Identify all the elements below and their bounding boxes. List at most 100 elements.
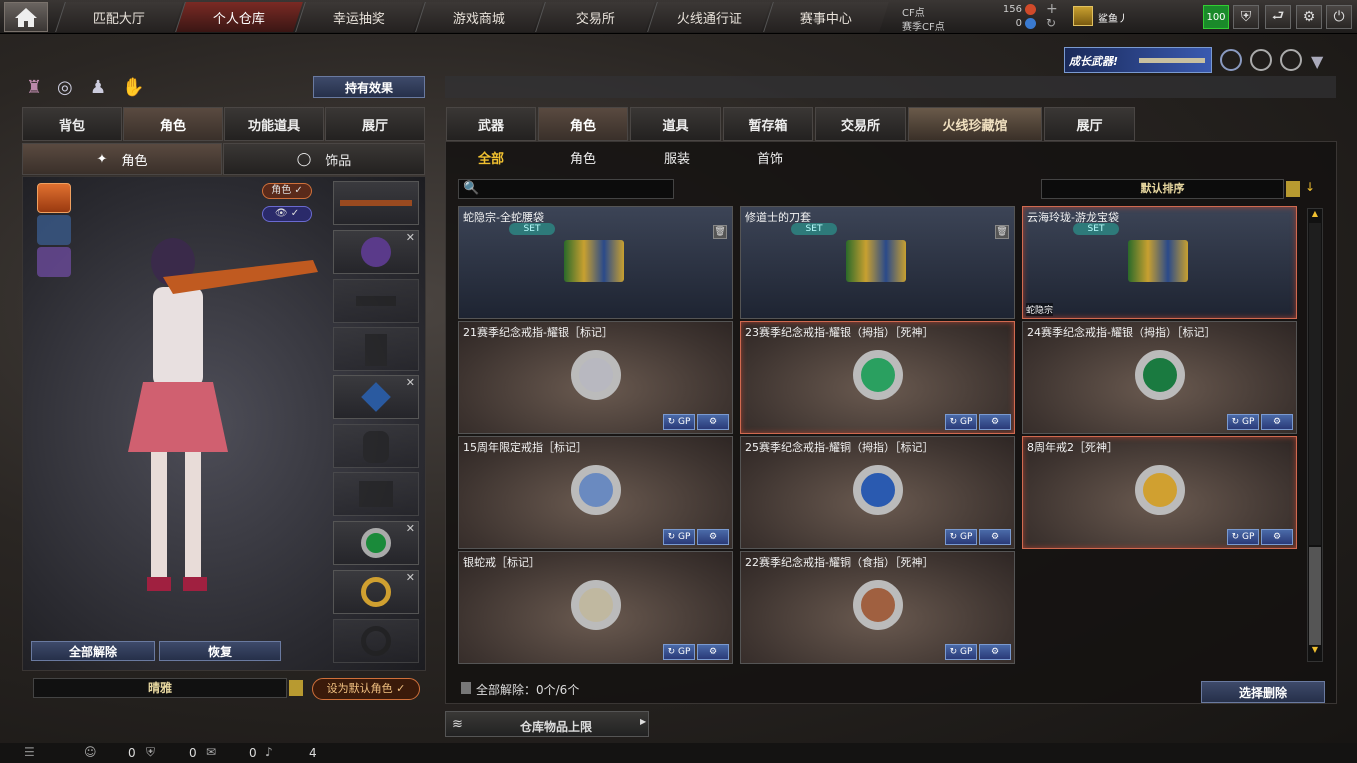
gear-icon[interactable]: ⚙	[1296, 5, 1322, 29]
subtab-roles[interactable]: 角色	[570, 148, 596, 167]
subtab-jewelry[interactable]: 首饰	[757, 148, 783, 167]
badge-icon-1[interactable]	[1220, 49, 1242, 71]
gp-refresh-button[interactable]: ↻ GP	[663, 414, 695, 430]
effects-button[interactable]: 持有效果	[313, 76, 425, 98]
add-icon[interactable]: +	[1046, 1, 1058, 17]
search-input[interactable]	[481, 181, 669, 197]
gp-refresh-button[interactable]: ↻ GP	[663, 529, 695, 545]
visibility-badge[interactable]: 👁 ✓	[262, 206, 312, 222]
unequip-all-button[interactable]: 全部解除	[31, 641, 155, 661]
slot-helmet[interactable]: ✕	[333, 230, 419, 274]
gp-refresh-button[interactable]: ↻ GP	[945, 414, 977, 430]
scroll-down-icon[interactable]: ▼	[1308, 645, 1322, 657]
wing-emblem-icon[interactable]	[37, 247, 71, 277]
slot-charm[interactable]: ✕	[333, 375, 419, 419]
right-tab-weapons[interactable]: 武器	[446, 107, 536, 141]
item-card[interactable]: 24赛季纪念戒指-耀银（拇指）［标记］ ↻ GP ⚙	[1022, 321, 1297, 434]
scroll-thumb[interactable]	[1309, 547, 1321, 645]
gp-refresh-button[interactable]: ↻ GP	[1227, 414, 1259, 430]
right-tab-collection[interactable]: 火线珍藏馆	[908, 107, 1042, 141]
subtab-all[interactable]: 全部	[478, 148, 504, 167]
slot-weapon[interactable]	[333, 181, 419, 225]
settings-button[interactable]: ⚙	[697, 414, 729, 430]
left-tab-character[interactable]: 角色	[123, 107, 223, 141]
right-tab-items[interactable]: 道具	[630, 107, 721, 141]
close-icon[interactable]: ✕	[406, 376, 415, 389]
right-tab-characters[interactable]: 角色	[538, 107, 628, 141]
right-tab-exchange[interactable]: 交易所	[815, 107, 906, 141]
set-default-role-button[interactable]: 设为默认角色 ✓	[312, 678, 420, 700]
item-card[interactable]: 8周年戒2［死神］ ↻ GP ⚙	[1022, 436, 1297, 549]
search-box[interactable]: 🔍	[458, 179, 674, 199]
settings-button[interactable]: ⚙	[979, 414, 1011, 430]
left-tab-functional[interactable]: 功能道具	[224, 107, 324, 141]
wave-emblem-icon[interactable]	[37, 215, 71, 245]
gp-refresh-button[interactable]: ↻ GP	[945, 644, 977, 660]
left-tab-bag[interactable]: 背包	[22, 107, 122, 141]
slot-ring-3[interactable]	[333, 619, 419, 663]
nav-tab-exchange[interactable]: 交易所	[535, 2, 655, 32]
fire-emblem-icon[interactable]	[37, 183, 71, 213]
close-icon[interactable]: ✕	[406, 522, 415, 535]
nav-tab-shop[interactable]: 游戏商城	[415, 2, 543, 32]
badge-icon-2[interactable]	[1250, 49, 1272, 71]
close-icon[interactable]: ✕	[406, 571, 415, 584]
close-icon[interactable]: ✕	[406, 231, 415, 244]
settings-button[interactable]: ⚙	[697, 644, 729, 660]
subtab-accessory[interactable]: ◯ 饰品	[223, 143, 425, 175]
character-icon[interactable]: ♟	[90, 77, 106, 98]
exit-room-icon[interactable]: ⮐	[1265, 5, 1291, 29]
settings-button[interactable]: ⚙	[979, 644, 1011, 660]
shield-status-icon[interactable]: ⛨	[146, 745, 155, 760]
slot-ring-2[interactable]: ✕	[333, 570, 419, 614]
settings-button[interactable]: ⚙	[1261, 414, 1293, 430]
slot-vest[interactable]	[333, 327, 419, 371]
gp-refresh-button[interactable]: ↻ GP	[945, 529, 977, 545]
storage-limit-bar[interactable]: ≋ 仓库物品上限 ▶	[445, 711, 649, 737]
item-card[interactable]: 23赛季纪念戒指-耀银（拇指）［死神］ ↻ GP ⚙	[740, 321, 1015, 434]
cycle-icon[interactable]: ◎	[57, 77, 73, 98]
item-card[interactable]: 蛇隐宗-全蛇腰袋 SET 🗑	[458, 206, 733, 319]
role-name-field[interactable]: 晴雅	[33, 678, 287, 698]
slot-glasses[interactable]	[333, 279, 419, 323]
slot-ring-1[interactable]: ✕	[333, 521, 419, 565]
slot-pouch[interactable]	[333, 472, 419, 516]
settings-button[interactable]: ⚙	[697, 529, 729, 545]
subtab-role[interactable]: ✦ 角色	[22, 143, 222, 175]
friends-icon[interactable]: ☺	[84, 745, 97, 759]
gp-refresh-button[interactable]: ↻ GP	[663, 644, 695, 660]
trash-icon[interactable]: 🗑	[995, 225, 1009, 239]
volume-icon[interactable]: ♪	[265, 745, 273, 759]
settings-button[interactable]: ⚙	[979, 529, 1011, 545]
list-icon[interactable]	[289, 680, 303, 696]
nav-tab-warehouse[interactable]: 个人仓库	[175, 2, 303, 32]
home-button[interactable]	[4, 2, 48, 32]
item-card[interactable]: 修道士的刀套 SET 🗑	[740, 206, 1015, 319]
scroll-up-icon[interactable]: ▲	[1308, 209, 1322, 221]
item-card[interactable]: 银蛇戒［标记］ ↻ GP ⚙	[458, 551, 733, 664]
right-tab-temp-box[interactable]: 暂存箱	[723, 107, 813, 141]
slot-bag[interactable]	[333, 424, 419, 468]
power-icon[interactable]: ⏻	[1326, 5, 1352, 29]
item-card[interactable]: 21赛季纪念戒指-耀银［标记］ ↻ GP ⚙	[458, 321, 733, 434]
grow-weapon-banner[interactable]: 成长武器!	[1064, 47, 1212, 73]
item-card[interactable]: 15周年限定戒指［标记］ ↻ GP ⚙	[458, 436, 733, 549]
menu-icon[interactable]: ☰	[24, 745, 35, 759]
shield-icon[interactable]: ⛨	[1233, 5, 1259, 29]
scrollbar[interactable]: ▲ ▼	[1307, 208, 1323, 662]
item-card[interactable]: 云海玲珑-游龙宝袋 SET 蛇隐宗	[1022, 206, 1297, 319]
scroll-track[interactable]	[1309, 223, 1321, 545]
list-icon[interactable]	[1286, 181, 1300, 197]
select-delete-button[interactable]: 选择删除	[1201, 681, 1325, 703]
nav-tab-pass[interactable]: 火线通行证	[647, 2, 771, 32]
restore-button[interactable]: 恢复	[159, 641, 281, 661]
right-tab-showroom[interactable]: 展厅	[1044, 107, 1135, 141]
chat-icon[interactable]: ✉	[206, 745, 216, 759]
nav-tab-match-hall[interactable]: 匹配大厅	[55, 2, 183, 32]
settings-button[interactable]: ⚙	[1261, 529, 1293, 545]
badge-icon-3[interactable]	[1280, 49, 1302, 71]
gp-refresh-button[interactable]: ↻ GP	[1227, 529, 1259, 545]
nav-tab-events[interactable]: 赛事中心	[763, 2, 889, 32]
trash-icon[interactable]: 🗑	[713, 225, 727, 239]
left-tab-showroom[interactable]: 展厅	[325, 107, 425, 141]
